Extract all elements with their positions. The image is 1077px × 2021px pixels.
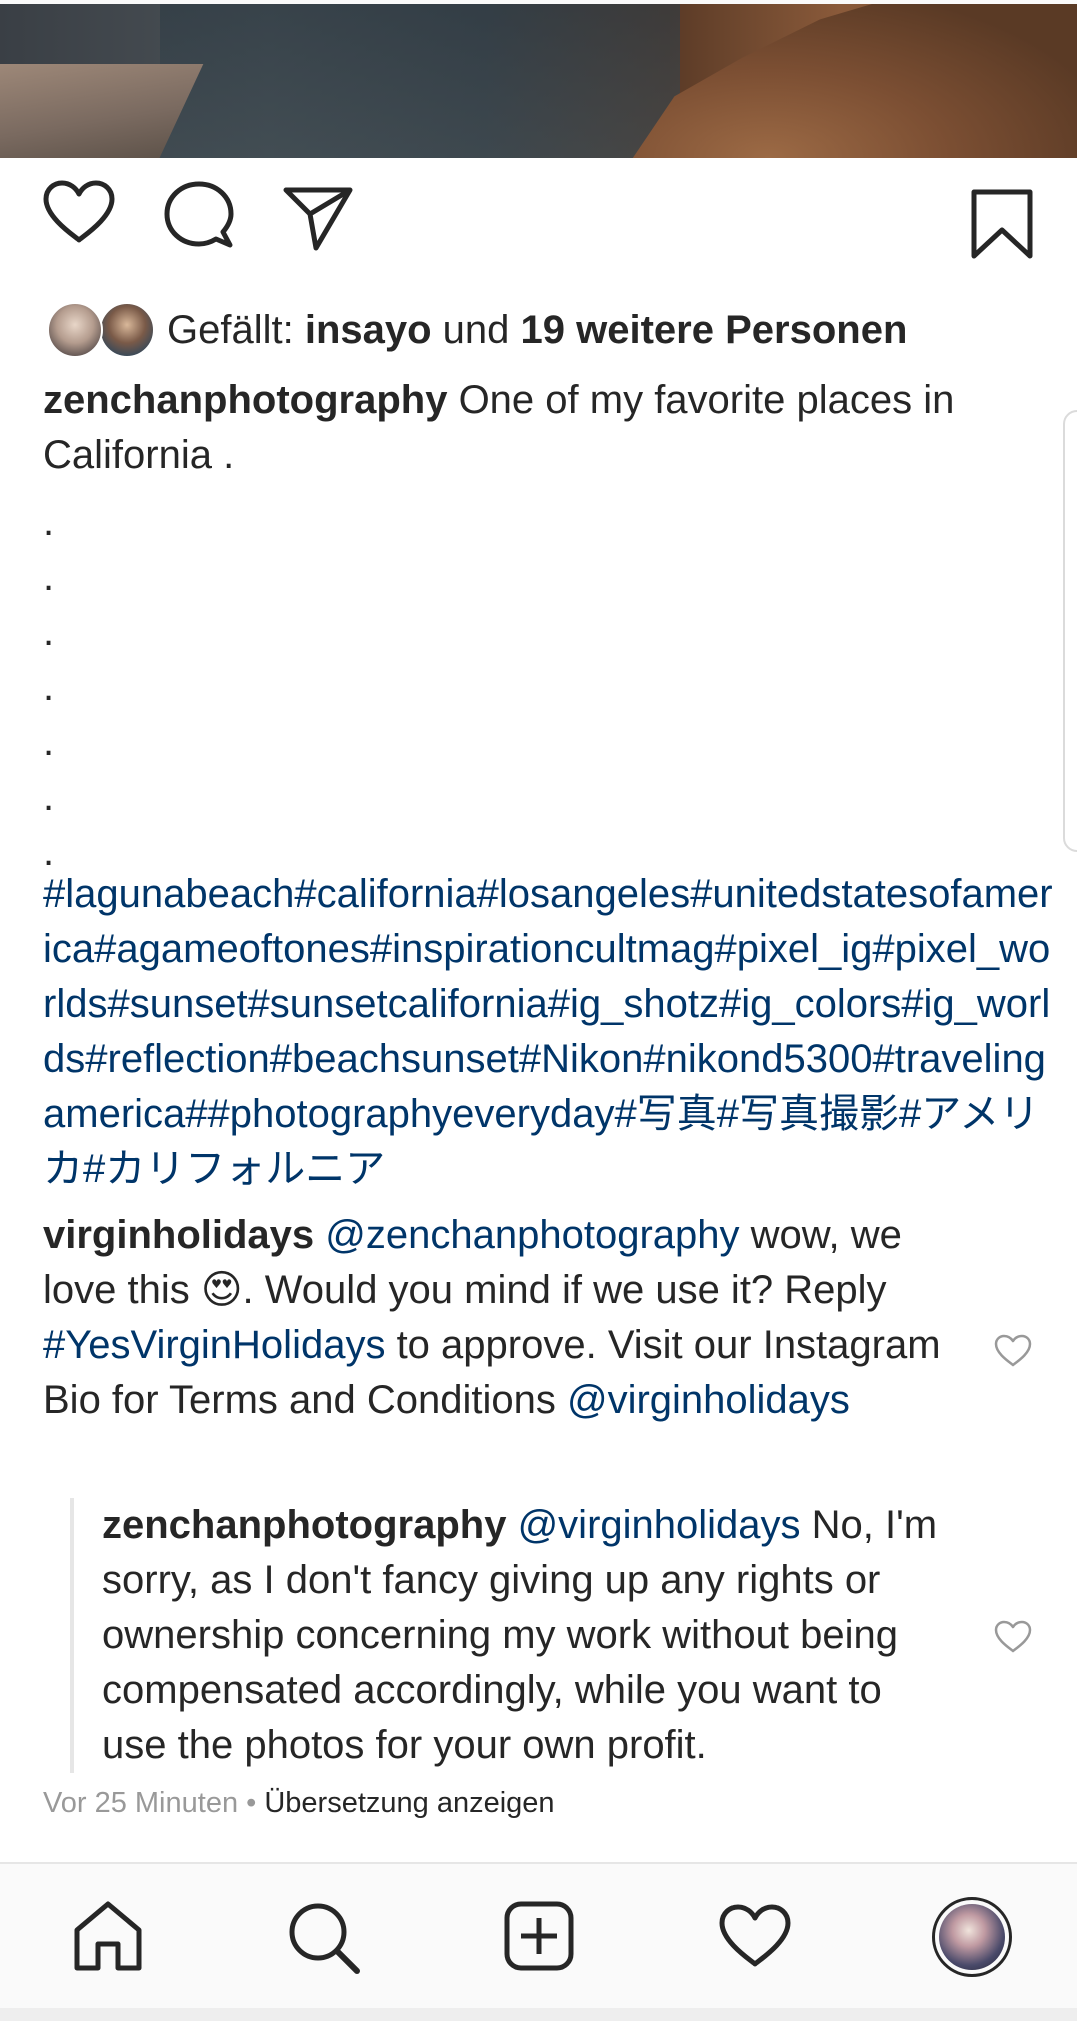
liker-username[interactable]: insayo	[305, 308, 432, 352]
search-icon[interactable]	[286, 1900, 362, 1981]
post-meta: Vor 25 Minuten • Übersetzung anzeigen	[43, 1787, 555, 1820]
caption-dot: .	[43, 665, 55, 709]
avatar	[47, 302, 103, 358]
comment-virginholidays: virginholidays @zenchanphotography wow, …	[43, 1208, 943, 1428]
post-timestamp: Vor 25 Minuten	[43, 1787, 239, 1819]
caption-dot: .	[43, 500, 55, 544]
post-photo[interactable]	[0, 4, 1077, 158]
caption-dot: .	[43, 610, 55, 654]
comment-like-heart-icon[interactable]	[994, 1334, 1032, 1373]
avatar	[939, 1904, 1005, 1970]
caption-username[interactable]: zenchanphotography	[43, 378, 447, 422]
add-post-icon[interactable]	[503, 1900, 575, 1977]
profile-avatar[interactable]	[932, 1897, 1012, 1977]
likes-connector: und	[431, 307, 521, 352]
comment-mention[interactable]: @zenchanphotography	[325, 1213, 739, 1257]
caption-dot: .	[43, 720, 55, 764]
comment-mention[interactable]: @virginholidays	[567, 1378, 850, 1422]
meta-separator: •	[238, 1787, 265, 1819]
bottom-navigation	[0, 1862, 1077, 2012]
show-translation-link[interactable]: Übersetzung anzeigen	[264, 1787, 554, 1819]
caption-hashtags[interactable]: #lagunabeach#california#losangeles#unite…	[43, 867, 1053, 1197]
likes-prefix: Gefällt:	[167, 307, 305, 352]
other-likers-link[interactable]: 19 weitere Personen	[521, 308, 908, 352]
speech-bubble-icon[interactable]	[164, 180, 234, 255]
likes-row[interactable]: Gefällt: insayo und 19 weitere Personen	[43, 300, 907, 360]
home-icon[interactable]	[72, 1900, 144, 1977]
avatar	[99, 302, 155, 358]
reply-like-heart-icon[interactable]	[994, 1620, 1032, 1659]
likes-text: Gefällt: insayo und 19 weitere Personen	[167, 308, 907, 353]
comment-hashtag[interactable]: #YesVirginHolidays	[43, 1323, 385, 1367]
caption-dot: .	[43, 775, 55, 819]
caption-dots: . . . . . . .	[43, 495, 54, 880]
post-action-bar	[0, 180, 1077, 270]
comment-username[interactable]: virginholidays	[43, 1213, 314, 1257]
heart-icon[interactable]	[42, 180, 116, 249]
caption-dot: .	[43, 555, 55, 599]
comment-reply-zenchanphotography: zenchanphotography @virginholidays No, I…	[70, 1498, 950, 1773]
post-caption: zenchanphotography One of my favorite pl…	[43, 373, 1043, 483]
reply-username[interactable]: zenchanphotography	[102, 1503, 506, 1547]
scroll-indicator	[1063, 410, 1077, 852]
paper-plane-icon[interactable]	[282, 180, 354, 257]
activity-heart-icon[interactable]	[718, 1904, 792, 1973]
bookmark-icon[interactable]	[970, 188, 1034, 265]
system-nav-strip	[0, 2008, 1077, 2021]
photo-water	[160, 4, 680, 158]
liker-avatars	[43, 300, 155, 360]
reply-mention[interactable]: @virginholidays	[518, 1503, 801, 1547]
